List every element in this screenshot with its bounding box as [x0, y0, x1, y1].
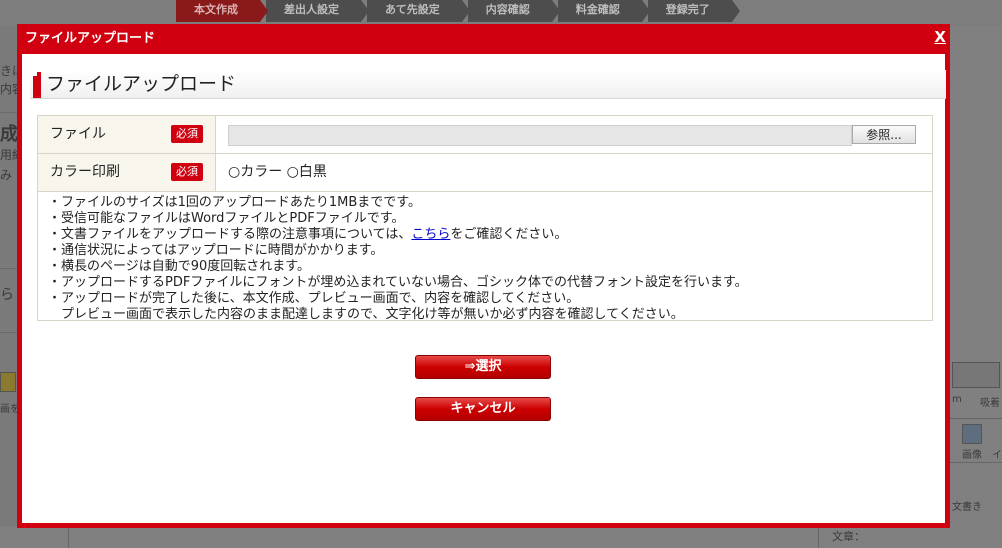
background-text: 文章：	[832, 530, 865, 543]
heading-marker-icon	[33, 72, 41, 98]
background-button	[952, 362, 1000, 388]
step-3: あて先設定	[367, 0, 470, 22]
image-icon	[962, 424, 982, 444]
radio-monochrome[interactable]: ○白黒	[287, 164, 327, 180]
step-1: 本文作成	[176, 0, 268, 22]
background-divider	[818, 528, 819, 548]
note-line: ・アップロードするPDFファイルにフォントが埋め込まれていない場合、ゴシック体で…	[48, 275, 748, 290]
cancel-button[interactable]: キャンセル	[415, 397, 551, 421]
background-text: 吸着	[980, 398, 1000, 409]
background-text: 画像	[962, 450, 982, 461]
note-text: ・文書ファイルをアップロードする際の注意事項については、	[48, 227, 412, 242]
form-row-color: カラー印刷 必須 ○カラー ○白黒	[38, 154, 932, 192]
note-line: ・アップロードが完了した後に、本文作成、プレビュー画面で、内容を確認してください…	[48, 291, 580, 306]
background-divider	[0, 332, 17, 333]
required-badge: 必須	[171, 163, 203, 181]
background-divider	[950, 462, 1002, 463]
note-text: をご確認ください。	[450, 227, 568, 242]
background-text: ら	[0, 287, 14, 303]
file-path-input[interactable]	[228, 125, 852, 146]
background-divider	[0, 112, 17, 113]
step-2: 差出人設定	[266, 0, 369, 22]
close-button[interactable]: X	[934, 28, 946, 46]
page-heading: ファイルアップロード	[30, 70, 946, 99]
background-text: m	[952, 394, 962, 405]
step-6: 登録完了	[647, 0, 740, 22]
upload-notes: ・ファイルのサイズは1回のアップロードあたり1MBまでです。 ・受信可能なファイ…	[38, 192, 932, 322]
modal-title: ファイルアップロード	[25, 31, 156, 46]
notes-link[interactable]: こちら	[411, 227, 450, 242]
file-upload-modal: ファイルアップロード X ファイルアップロード ファイル 必須 参照... カラ…	[17, 24, 950, 528]
background-right-panel	[950, 26, 1002, 548]
page-title: ファイルアップロード	[46, 73, 237, 95]
radio-color[interactable]: ○カラー	[228, 164, 282, 180]
note-line: ・横長のページは自動で90度回転されます。	[48, 259, 310, 274]
background-divider	[0, 268, 17, 269]
background-icon	[0, 372, 16, 392]
form-value-cell: 参照...	[216, 116, 932, 153]
note-line: ・ファイルのサイズは1回のアップロードあたり1MBまでです。	[48, 195, 421, 210]
step-5: 料金確認	[557, 0, 650, 22]
modal-body: ファイルアップロード ファイル 必須 参照... カラー印刷 必須 ○カラー ○…	[22, 54, 946, 523]
background-text: 成	[0, 124, 18, 145]
background-text: み	[0, 168, 13, 182]
note-line: プレビュー画面で表示した内容のまま配達しますので、文字化け等が無いか必ず内容を確…	[48, 307, 684, 322]
note-line: ・受信可能なファイルはWordファイルとPDFファイルです。	[48, 211, 405, 226]
step-4: 内容確認	[467, 0, 560, 22]
step-progress-bar: 本文作成 差出人設定 あて先設定 内容確認 料金確認 登録完了	[176, 0, 740, 22]
note-line: ・通信状況によってはアップロードに時間がかかります。	[48, 243, 384, 258]
background-text: 文書き	[952, 502, 982, 513]
form-label-cell: カラー印刷 必須	[38, 154, 216, 191]
background-divider	[68, 528, 69, 548]
file-label: ファイル	[50, 126, 106, 142]
upload-form: ファイル 必須 参照... カラー印刷 必須 ○カラー ○白黒 ・ファイルのサイ…	[37, 115, 933, 322]
note-line: ・文書ファイルをアップロードする際の注意事項については、こちらをご確認ください。	[48, 227, 924, 243]
background-text: イ	[992, 450, 1002, 461]
required-badge: 必須	[171, 125, 203, 143]
browse-button[interactable]: 参照...	[852, 125, 916, 144]
form-label-cell: ファイル 必須	[38, 116, 216, 153]
form-row-file: ファイル 必須 参照...	[38, 116, 932, 154]
color-print-label: カラー印刷	[50, 164, 120, 180]
color-radio-group: ○カラー ○白黒	[228, 154, 327, 191]
background-divider	[950, 418, 1002, 419]
select-button[interactable]: ⇒選択	[415, 355, 551, 379]
background-left-strip	[0, 26, 17, 526]
form-value-cell: ○カラー ○白黒	[216, 154, 932, 191]
